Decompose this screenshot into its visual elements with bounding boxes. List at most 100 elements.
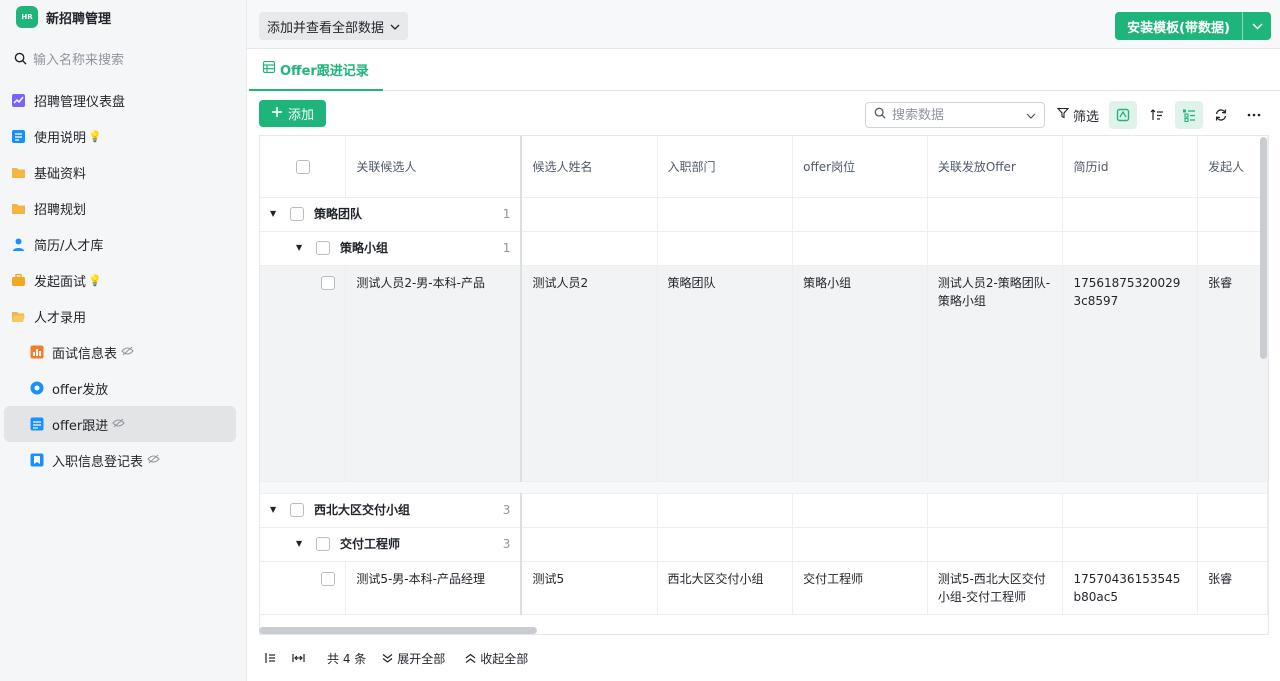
sidebar-item-planning[interactable]: 招聘规划 (4, 190, 236, 226)
bookmark-icon (29, 453, 44, 468)
collapse-label: 收起全部 (480, 651, 529, 666)
cell-initiator[interactable]: 张睿 (1197, 561, 1268, 615)
view-tabs: Offer跟进记录 (247, 49, 1280, 91)
cell-name[interactable]: 测试人员2 (521, 265, 658, 482)
sidebar-item-dashboard[interactable]: 招聘管理仪表盘 (4, 82, 236, 118)
refresh-button[interactable] (1207, 101, 1235, 129)
sidebar-item-basic-info[interactable]: 基础资料 (4, 154, 236, 190)
cell-resume-id[interactable]: 175618753200293c8597 (1062, 265, 1199, 482)
collapse-all-button[interactable]: 收起全部 (465, 650, 528, 667)
sidebar-item-offer-follow[interactable]: offer跟进 (4, 406, 236, 442)
table-row[interactable]: 测试5-男-本科-产品经理 测试5 西北大区交付小组 交付工程师 测试5-西北大… (260, 561, 1268, 615)
subgroup-name: 策略小组 (340, 241, 389, 255)
row-checkbox[interactable] (321, 276, 336, 290)
search-icon (874, 107, 886, 123)
table-row[interactable]: 测试人员2-男-本科-产品 测试人员2 策略团队 策略小组 测试人员2-策略团队… (260, 265, 1268, 482)
cell-resume-id[interactable]: 17570436153545b80ac5 (1062, 561, 1199, 615)
collapse-icon (465, 653, 476, 663)
chevron-down-icon (390, 19, 400, 34)
group-checkbox[interactable] (290, 207, 304, 221)
group-row[interactable]: ▼ 西北大区交付小组 3 (260, 493, 1268, 528)
empty-cell (657, 231, 794, 266)
column-header[interactable]: 关联候选人 (345, 136, 523, 198)
view-all-data-button[interactable]: 添加并查看全部数据 (259, 12, 409, 40)
vertical-scrollbar[interactable] (1260, 137, 1267, 359)
sidebar-search[interactable] (14, 50, 213, 70)
row-checkbox[interactable] (321, 572, 336, 586)
sidebar-item-label: 简历/人才库 (34, 238, 104, 254)
caret-down-icon[interactable]: ▼ (270, 501, 280, 519)
group-count: 3 (502, 537, 511, 551)
sidebar-search-input[interactable] (33, 52, 213, 68)
group-row[interactable]: ▼ 策略团队 1 (260, 197, 1268, 232)
install-template-main[interactable]: 安装模板(带数据) (1115, 12, 1243, 40)
lightbulb-icon: 💡 (88, 129, 102, 143)
group-count: 3 (502, 503, 511, 517)
sidebar-item-interview[interactable]: 发起面试 💡 (4, 262, 236, 298)
sort-button[interactable] (1143, 101, 1171, 129)
cell-offer[interactable]: 测试5-西北大区交付小组-交付工程师 (927, 561, 1064, 615)
select-all-checkbox[interactable] (295, 159, 310, 174)
install-dropdown-button[interactable] (1243, 12, 1271, 40)
color-view-button[interactable] (1109, 101, 1137, 129)
install-template-button[interactable]: 安装模板(带数据) (1115, 12, 1271, 40)
sidebar-item-offer-send[interactable]: offer发放 (4, 370, 236, 406)
cell-candidate[interactable]: 测试人员2-男-本科-产品 (345, 265, 523, 482)
cell-position[interactable]: 交付工程师 (792, 561, 928, 615)
column-header[interactable]: 关联发放Offer (927, 136, 1064, 198)
caret-down-icon[interactable]: ▼ (296, 239, 306, 257)
cell-offer[interactable]: 测试人员2-策略团队-策略小组 (927, 265, 1064, 482)
group-button[interactable] (1175, 101, 1203, 129)
column-header[interactable]: 候选人姓名 (521, 136, 658, 198)
subgroup-row[interactable]: ▼ 交付工程师 3 (260, 527, 1268, 562)
empty-cell (927, 527, 1064, 562)
hidden-eye-icon (147, 454, 160, 467)
column-header[interactable]: 简历id (1062, 136, 1199, 198)
row-height-icon[interactable] (264, 652, 276, 664)
empty-cell (1062, 231, 1199, 266)
sidebar-item-label: offer跟进 (52, 418, 109, 434)
column-header[interactable]: offer岗位 (792, 136, 928, 198)
column-header[interactable]: 入职部门 (657, 136, 794, 198)
group-checkbox[interactable] (316, 537, 330, 551)
horizontal-scrollbar[interactable] (259, 627, 537, 634)
group-checkbox[interactable] (290, 503, 304, 517)
folder-icon (11, 201, 26, 216)
cell-name[interactable]: 测试5 (521, 561, 658, 615)
top-bar: 添加并查看全部数据 安装模板(带数据) (247, 0, 1280, 49)
empty-cell (657, 493, 794, 528)
group-checkbox[interactable] (316, 241, 330, 255)
sidebar-item-interview-info[interactable]: 面试信息表 (4, 334, 236, 370)
cell-initiator[interactable]: 张睿 (1197, 265, 1268, 482)
group-name: 西北大区交付小组 (314, 503, 411, 517)
data-search-input[interactable] (892, 107, 1012, 123)
table-header-row: 关联候选人 候选人姓名 入职部门 offer岗位 关联发放Offer 简历id … (260, 136, 1268, 198)
subgroup-row[interactable]: ▼ 策略小组 1 (260, 231, 1268, 266)
add-record-button[interactable]: 添加 (259, 100, 327, 127)
sidebar: HR 新招聘管理 招聘管理仪表盘 使用说明 💡 基础资料 招聘规划 简历/人才库 (0, 0, 246, 681)
more-button[interactable] (1240, 101, 1268, 129)
column-header[interactable]: 发起人 (1197, 136, 1268, 198)
sidebar-item-label: 招聘管理仪表盘 (34, 94, 126, 110)
sidebar-item-resume[interactable]: 简历/人才库 (4, 226, 236, 262)
expand-icon (382, 653, 393, 663)
sidebar-item-onboarding[interactable]: 入职信息登记表 (4, 442, 236, 478)
filter-icon (1056, 107, 1070, 123)
sidebar-item-label: 基础资料 (34, 166, 87, 182)
cell-dept[interactable]: 西北大区交付小组 (657, 561, 794, 615)
data-search[interactable] (865, 102, 1045, 128)
sidebar-item-usage[interactable]: 使用说明 💡 (4, 118, 236, 154)
caret-down-icon[interactable]: ▼ (296, 535, 306, 553)
expand-all-button[interactable]: 展开全部 (382, 650, 445, 667)
cell-candidate[interactable]: 测试5-男-本科-产品经理 (345, 561, 523, 615)
dashboard-icon (11, 93, 26, 108)
tab-offer-follow[interactable]: Offer跟进记录 (249, 49, 383, 91)
caret-down-icon[interactable]: ▼ (270, 205, 280, 223)
empty-cell (1062, 197, 1199, 232)
sidebar-item-hiring[interactable]: 人才录用 (4, 298, 236, 334)
cell-position[interactable]: 策略小组 (792, 265, 928, 482)
cell-dept[interactable]: 策略团队 (657, 265, 794, 482)
fit-width-icon[interactable] (292, 652, 305, 664)
filter-button[interactable]: 筛选 (1056, 102, 1099, 128)
subgroup-cell: ▼ 策略小组 1 (260, 231, 523, 266)
